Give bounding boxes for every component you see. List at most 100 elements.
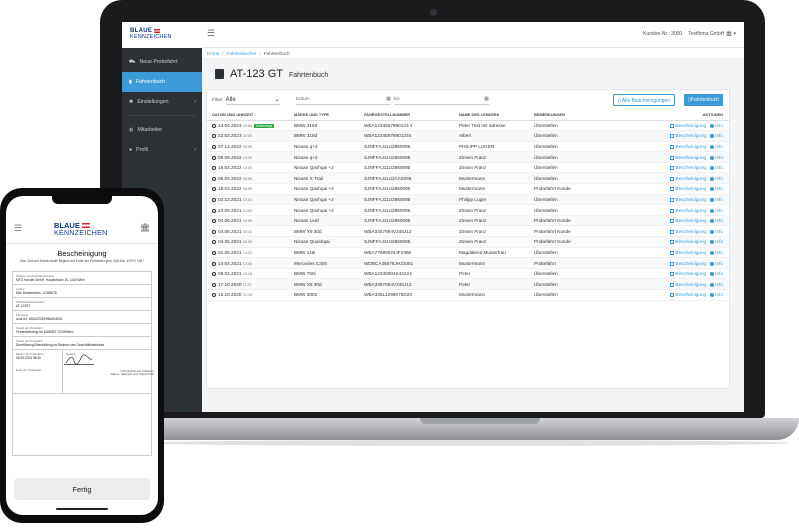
info-link[interactable]: Info [706, 144, 723, 149]
vehicle-cell: Mercedes C300 [289, 257, 359, 269]
certificate-link-label: Bescheinigung [675, 143, 707, 149]
sidebar-item-employees[interactable]: ◍ Mitarbeiter [122, 120, 202, 140]
table-row: 08.04.2021 23:18 BMW 750i WBA12345904S4412… [207, 268, 729, 280]
date-cell: 01.05.2021 14:52 [207, 247, 289, 259]
info-link[interactable]: Info [706, 239, 723, 245]
austria-flag-icon [154, 29, 161, 33]
info-link[interactable]: Info [706, 229, 723, 234]
info-link[interactable]: Info [706, 261, 723, 266]
bank-icon[interactable]: 🏛 [140, 223, 150, 232]
certificate-link[interactable]: Bescheinigung [670, 261, 706, 266]
notes-cell: Überstellen [529, 289, 644, 301]
company-menu[interactable]: Testfirma GmbH 🏛 ▾ [688, 31, 736, 37]
breadcrumb-home[interactable]: Home [207, 51, 219, 56]
info-link[interactable]: Info [706, 271, 723, 277]
sidebar-item-settings[interactable]: ✱ Einstellungen ‹ [122, 92, 202, 112]
info-link-label: Info [715, 186, 723, 192]
info-link[interactable]: Info [706, 176, 723, 181]
certificate-link[interactable]: Bescheinigung [670, 165, 706, 171]
column-header-vehicle: MARKE UND TYPE [289, 110, 359, 121]
certificate-link[interactable]: Bescheinigung [670, 208, 706, 213]
date-to-label: bis [393, 97, 400, 102]
sidebar-item-profile[interactable]: ● Profil ‹ [122, 140, 202, 160]
certificate-link[interactable]: Bescheinigung [670, 186, 707, 192]
vin-cell: WDBCA45678JH23451 [359, 257, 454, 269]
date-to-input[interactable]: bis ▦ [393, 95, 489, 105]
certificate-link[interactable]: Bescheinigung [670, 144, 706, 149]
done-button[interactable]: Fertig [14, 478, 150, 500]
certificate-link[interactable]: Bescheinigung [670, 155, 706, 160]
menu-icon[interactable]: ☰ [207, 28, 215, 39]
certificate-link[interactable]: Bescheinigung [670, 271, 706, 277]
date-text: 18.03.2022 [218, 186, 242, 192]
info-link[interactable]: Info [706, 282, 723, 287]
certificate-link[interactable]: Bescheinigung [670, 292, 706, 298]
notes-cell: Probefahrt Kunde [529, 183, 644, 195]
vehicle-cell: Nissan q+2 [289, 141, 359, 153]
actions-cell: Bescheinigung Info [644, 257, 729, 269]
certificate-link[interactable]: Bescheinigung [670, 123, 706, 128]
notes-cell: Überstellen [529, 130, 644, 142]
column-header-vin: FAHRGESTELLNUMMER [359, 110, 454, 121]
sidebar-item-new-test-drive[interactable]: ⛟ Neue Probefahrt [122, 52, 202, 72]
date-text: 14.04.2023 [218, 122, 242, 128]
driver-cell: Peter [454, 278, 529, 290]
all-certificates-button[interactable]: ▯ Alle Bescheinigungen [613, 94, 675, 106]
info-link[interactable]: Info [706, 155, 723, 160]
date-from-input[interactable]: Datum ▦ [295, 95, 391, 105]
certificate-link-label: Bescheinigung [675, 239, 707, 245]
driver-cell: Mustermann [454, 289, 529, 301]
certificate-link[interactable]: Bescheinigung [670, 133, 706, 139]
info-link[interactable]: Info [706, 123, 723, 128]
certificate-link[interactable]: Bescheinigung [670, 239, 707, 245]
clock-icon [212, 134, 216, 139]
actions-cell: Bescheinigung Info [644, 172, 729, 185]
calendar-icon: ▦ [484, 97, 489, 102]
info-link[interactable]: Info [706, 292, 723, 298]
date-cell: 04.06.2021 00:08 [207, 236, 289, 248]
time-text: 10:01 [242, 197, 253, 202]
certificate-link[interactable]: Bescheinigung [670, 229, 706, 234]
sidebar-item-logbook[interactable]: ▮ Fahrtenbuch [122, 72, 202, 92]
vehicle-cell: Nissan X Trail [289, 172, 359, 185]
certificate-link[interactable]: Bescheinigung [670, 282, 706, 287]
vehicle-cell: BMW 116i [289, 247, 359, 259]
brand-logo[interactable]: BLAUE KENNZEICHEN [122, 22, 202, 48]
document-icon [670, 250, 675, 255]
vin-cell: WBA77689024JF2366 [359, 247, 454, 259]
column-header-date[interactable]: DATUM UND UHRZEIT ↓ [207, 110, 289, 121]
info-link[interactable]: Info [706, 165, 723, 171]
breadcrumb-logbooks[interactable]: Fahrtenbücher [227, 51, 257, 56]
info-link[interactable]: Info [706, 133, 723, 139]
info-link[interactable]: Info [706, 197, 723, 202]
certificate-link[interactable]: Bescheinigung [670, 176, 706, 181]
menu-icon[interactable]: ☰ [14, 223, 22, 234]
certificate-link[interactable]: Bescheinigung [670, 218, 706, 224]
table-row: 14.04.2021 13:58 Mercedes C300 WDBCA45678J… [207, 257, 729, 269]
document-icon [670, 123, 675, 128]
certificate-link[interactable]: Bescheinigung [670, 250, 706, 255]
brand-logo[interactable]: BLAUE KENNZEICHEN [54, 221, 107, 237]
book-icon: ▮ [129, 79, 132, 85]
actions-cell: Bescheinigung Info [644, 162, 729, 174]
vehicle-cell: BMW 318d [289, 120, 359, 132]
customer-number: Kunden-Nr.: 3000 [643, 31, 683, 37]
filter-select[interactable]: Alle ⌄ [225, 95, 280, 105]
clock-icon [212, 240, 216, 245]
info-link[interactable]: Info [706, 250, 723, 255]
logbook-table: DATUM UND UHRZEIT ↓ MARKE UND TYPE FAHRG… [207, 110, 729, 301]
actions-cell: Bescheinigung Info [644, 278, 729, 290]
notes-cell: Überstellen [529, 162, 644, 174]
driver-cell: Philipp Luger [454, 194, 529, 206]
certificate-link-label: Bescheinigung [675, 260, 707, 266]
info-icon [710, 250, 715, 255]
certificate-link[interactable]: Bescheinigung [670, 197, 706, 202]
info-link[interactable]: Info [706, 208, 723, 213]
info-link[interactable]: Info [706, 186, 723, 192]
logbook-button[interactable]: ▯Fahrtenbuch [684, 94, 723, 106]
date-cell: 08.04.2021 23:18 [207, 268, 289, 280]
certificate-link-label: Bescheinigung [675, 186, 707, 192]
document-icon [670, 134, 675, 139]
info-icon [710, 187, 715, 192]
info-link[interactable]: Info [706, 218, 723, 224]
